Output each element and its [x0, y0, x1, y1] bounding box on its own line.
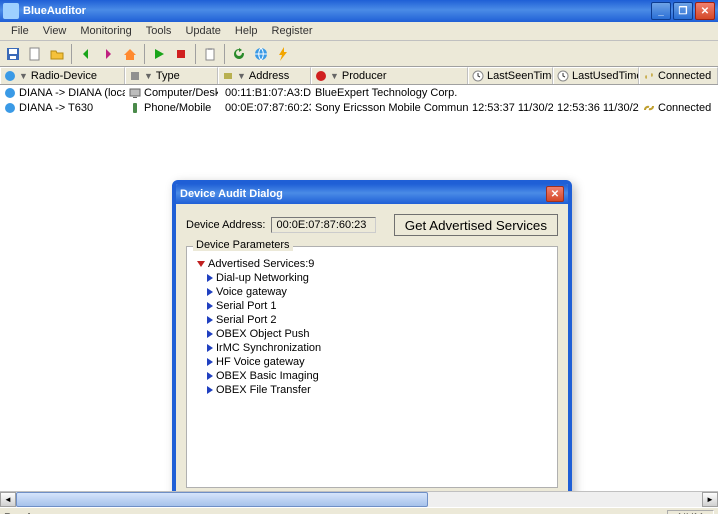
window-title: BlueAuditor [23, 5, 651, 17]
clipboard-icon[interactable] [200, 44, 220, 64]
dialog-title-bar[interactable]: Device Audit Dialog ✕ [176, 184, 568, 204]
column-type[interactable]: ▼Type [125, 67, 218, 84]
clock-icon [557, 70, 569, 82]
bullet-icon [207, 316, 213, 324]
menu-help[interactable]: Help [228, 23, 265, 39]
tree-item[interactable]: IrMC Synchronization [193, 341, 551, 355]
device-list: DIANA -> DIANA (local) Computer/Desktop … [0, 85, 718, 491]
tree-item[interactable]: Voice gateway [193, 285, 551, 299]
bullet-icon [207, 344, 213, 352]
forward-icon[interactable] [98, 44, 118, 64]
menu-view[interactable]: View [36, 23, 74, 39]
bullet-icon [207, 386, 213, 394]
bullet-icon [207, 288, 213, 296]
toolbar [0, 41, 718, 67]
save-icon[interactable] [3, 44, 23, 64]
open-icon[interactable] [47, 44, 67, 64]
tree-item[interactable]: HF Voice gateway [193, 355, 551, 369]
scroll-track[interactable] [16, 492, 702, 507]
stop-icon[interactable] [171, 44, 191, 64]
connected-icon [643, 102, 655, 114]
new-icon[interactable] [25, 44, 45, 64]
tree-item[interactable]: OBEX Basic Imaging [193, 369, 551, 383]
tree-item[interactable]: OBEX Object Push [193, 327, 551, 341]
device-icon [4, 87, 16, 99]
device-audit-dialog: Device Audit Dialog ✕ Device Address: 00… [172, 180, 572, 491]
bullet-icon [207, 302, 213, 310]
scroll-thumb[interactable] [16, 492, 428, 507]
app-icon [3, 3, 19, 19]
status-num: NUM [667, 510, 714, 514]
play-icon[interactable] [149, 44, 169, 64]
dialog-title: Device Audit Dialog [180, 188, 546, 200]
refresh-icon[interactable] [229, 44, 249, 64]
table-row[interactable]: DIANA -> DIANA (local) Computer/Desktop … [0, 85, 718, 100]
device-address-field: 00:0E:07:87:60:23 [271, 217, 376, 233]
bullet-icon [207, 330, 213, 338]
world-icon[interactable] [251, 44, 271, 64]
services-tree: Advertised Services:9 Dial-up Networking… [193, 257, 551, 397]
link-icon [643, 70, 655, 82]
back-icon[interactable] [76, 44, 96, 64]
status-bar: Ready NUM [0, 507, 718, 514]
device-parameters-group: Device Parameters Advertised Services:9 … [186, 246, 558, 488]
column-lastused[interactable]: LastUsedTime [553, 67, 639, 84]
title-bar: BlueAuditor _ ❐ ✕ [0, 0, 718, 22]
device-icon [4, 102, 16, 114]
scroll-left-button[interactable]: ◄ [0, 492, 16, 507]
menu-monitoring[interactable]: Monitoring [73, 23, 138, 39]
menu-bar: File View Monitoring Tools Update Help R… [0, 22, 718, 41]
menu-tools[interactable]: Tools [139, 23, 179, 39]
column-header-row: ▼Radio-Device ▼Type ▼Address ▼Producer L… [0, 67, 718, 85]
computer-icon [129, 87, 141, 99]
address-icon [222, 70, 234, 82]
horizontal-scrollbar[interactable]: ◄ ► [0, 491, 718, 507]
table-row[interactable]: DIANA -> T630 Phone/Mobile 00:0E:07:87:6… [0, 100, 718, 115]
column-connected[interactable]: Connected [639, 67, 718, 84]
tree-item[interactable]: Serial Port 1 [193, 299, 551, 313]
phone-icon [129, 102, 141, 114]
expand-icon [197, 261, 205, 267]
column-radio-device[interactable]: ▼Radio-Device [0, 67, 125, 84]
bullet-icon [207, 358, 213, 366]
home-icon[interactable] [120, 44, 140, 64]
bullet-icon [207, 372, 213, 380]
menu-update[interactable]: Update [178, 23, 227, 39]
type-icon [129, 70, 141, 82]
producer-icon [315, 70, 327, 82]
column-lastseen[interactable]: LastSeenTime [468, 67, 553, 84]
group-label: Device Parameters [193, 239, 293, 251]
maximize-button[interactable]: ❐ [673, 2, 693, 20]
clock-icon [472, 70, 484, 82]
column-producer[interactable]: ▼Producer [311, 67, 468, 84]
bullet-icon [207, 274, 213, 282]
tree-item[interactable]: OBEX File Transfer [193, 383, 551, 397]
bolt-icon[interactable] [273, 44, 293, 64]
column-address[interactable]: ▼Address [218, 67, 311, 84]
minimize-button[interactable]: _ [651, 2, 671, 20]
tree-root[interactable]: Advertised Services:9 [193, 257, 551, 271]
scroll-right-button[interactable]: ► [702, 492, 718, 507]
tree-item[interactable]: Dial-up Networking [193, 271, 551, 285]
tree-item[interactable]: Serial Port 2 [193, 313, 551, 327]
get-services-button[interactable]: Get Advertised Services [394, 214, 558, 236]
radio-icon [4, 70, 16, 82]
dialog-close-button[interactable]: ✕ [546, 186, 564, 202]
menu-file[interactable]: File [4, 23, 36, 39]
device-address-label: Device Address: [186, 219, 265, 231]
menu-register[interactable]: Register [265, 23, 320, 39]
close-button[interactable]: ✕ [695, 2, 715, 20]
